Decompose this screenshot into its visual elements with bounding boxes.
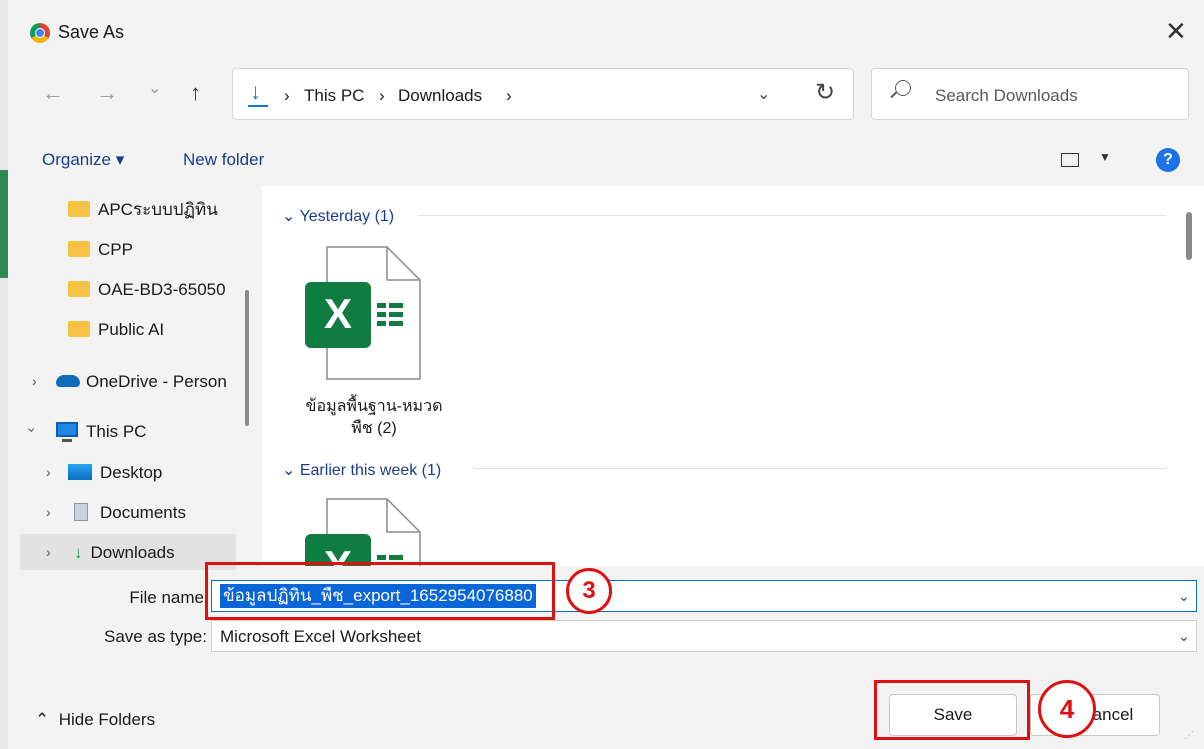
hide-folders-label: Hide Folders [58,710,156,729]
save-type-value: Microsoft Excel Worksheet [220,627,421,646]
group-divider [418,215,1166,216]
breadcrumb-this-pc[interactable]: This PC [304,86,364,106]
documents-icon [74,502,88,521]
svg-text:X: X [324,290,352,337]
desktop-icon [68,463,92,480]
nav-item-this-pc[interactable]: This PC [56,414,146,450]
window-title: Save As [58,22,125,42]
annotation-step-4: 4 [1038,680,1096,738]
search-placeholder: Search Downloads [935,86,1078,105]
nav-item-documents[interactable]: Documents [74,495,186,531]
collapse-icon: ⌄ [282,208,296,225]
folder-icon [68,320,90,337]
collapse-icon: ⌄ [282,462,296,479]
file-name-line2: พืช (2) [351,420,397,437]
breadcrumb-downloads[interactable]: Downloads [398,86,482,106]
nav-item-label: This PC [86,422,147,441]
close-button[interactable]: ✕ [1165,16,1187,47]
help-icon[interactable]: ? [1156,148,1180,172]
group-header-label: Earlier this week (1) [299,462,442,479]
nav-item-apc[interactable]: APCระบบปฏิทิน [68,192,218,228]
back-button[interactable]: ← [42,80,64,106]
annotation-highlight-save [874,680,1030,740]
excel-file-icon[interactable]: X [305,246,421,380]
folder-icon [68,280,90,297]
breadcrumb-separator[interactable]: › [506,86,512,106]
group-header-earlier-this-week[interactable]: ⌄ Earlier this week (1) [282,460,441,480]
hide-folders-button[interactable]: ⌃ Hide Folders [35,710,155,730]
nav-item-downloads[interactable]: ↓ Downloads [74,535,175,571]
breadcrumb-separator: › [379,86,385,105]
refresh-icon[interactable]: ↻ [815,78,835,107]
background-window-edge [0,0,8,749]
downloads-icon: ↓ [74,543,83,562]
view-dropdown-icon[interactable]: ▼ [1099,150,1111,164]
nav-item-oae[interactable]: OAE-BD3-65050 [68,272,226,308]
chevron-up-icon: ⌃ [35,710,50,729]
nav-item-label: Public AI [98,320,165,339]
file-name-line1: ข้อมูลพื้นฐาน-หมวด [305,398,443,415]
nav-item-label: Desktop [100,463,163,482]
content-scrollbar[interactable] [1186,212,1192,260]
annotation-highlight-filename [205,562,555,620]
background-window-accent [0,170,8,278]
group-header-yesterday[interactable]: ⌄ Yesterday (1) [282,206,394,226]
nav-item-label: CPP [98,240,133,259]
cancel-label: ancel [1092,705,1134,724]
new-folder-button[interactable]: New folder [183,150,264,170]
annotation-step-3: 3 [566,568,612,614]
view-options-icon[interactable] [1061,153,1079,167]
nav-item-public-ai[interactable]: Public AI [68,312,164,348]
save-type-field-label: Save as type: [103,627,207,646]
expand-chevron-icon[interactable]: › [46,544,51,560]
collapse-chevron-icon[interactable]: › [24,428,40,433]
forward-button[interactable]: → [96,80,118,106]
folder-icon [68,240,90,257]
onedrive-icon [56,374,80,387]
address-dropdown-icon[interactable]: ⌄ [757,84,770,104]
resize-grip-icon[interactable]: ⋰ [1184,730,1194,741]
excel-file-icon[interactable]: X [305,498,421,566]
pc-icon [56,422,78,443]
nav-scrollbar[interactable] [245,290,249,426]
nav-item-label: APCระบบปฏิทิน [98,200,218,219]
recent-locations-button[interactable]: ⌄ [148,78,161,98]
nav-item-label: Documents [100,503,186,522]
nav-item-label: Downloads [90,543,175,562]
expand-chevron-icon[interactable]: › [32,373,37,389]
nav-item-cpp[interactable]: CPP [68,232,133,268]
nav-item-label: OAE-BD3-65050 [98,280,226,299]
save-type-dropdown-icon[interactable]: ⌄ [1178,628,1190,645]
downloads-location-icon: ↓ [248,79,268,107]
file-name-dropdown-icon[interactable]: ⌄ [1178,588,1190,605]
organize-menu[interactable]: Organize ▾ [42,150,124,170]
file-clip: X [262,498,462,566]
group-divider [474,468,1166,469]
group-header-label: Yesterday (1) [299,208,395,225]
nav-item-desktop[interactable]: Desktop [68,455,162,491]
search-icon [895,80,911,96]
folder-icon [68,200,90,217]
chrome-icon [30,23,50,43]
nav-item-onedrive[interactable]: OneDrive - Person [56,364,227,400]
expand-chevron-icon[interactable]: › [46,464,51,480]
breadcrumb-separator: › [284,86,290,105]
file-name-label[interactable]: ข้อมูลพื้นฐาน-หมวด พืช (2) [294,396,454,440]
up-button[interactable]: ↑ [190,80,201,106]
nav-item-label: OneDrive - Person [86,372,227,391]
file-name-field-label: File name [129,588,204,607]
expand-chevron-icon[interactable]: › [46,504,51,520]
